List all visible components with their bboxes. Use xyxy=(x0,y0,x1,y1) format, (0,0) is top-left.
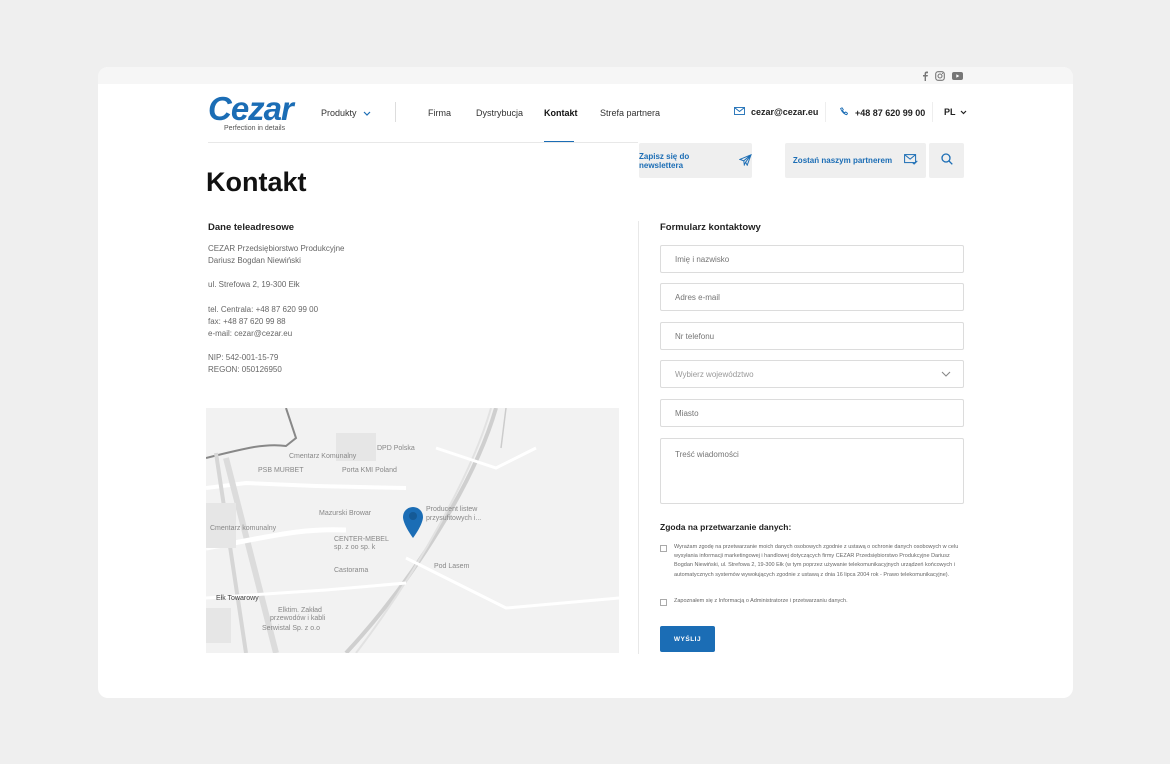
phone-input[interactable] xyxy=(675,331,963,341)
logo-tagline: Perfection in details xyxy=(224,125,286,132)
address-fax: fax: +48 87 620 99 88 xyxy=(208,316,286,326)
address-regon: REGON: 050126950 xyxy=(208,365,282,375)
consent-marketing-text: Wyrażam zgodę na przetwarzanie moich dan… xyxy=(674,544,959,578)
form-heading: Formularz kontaktowy xyxy=(660,222,761,233)
search-icon xyxy=(940,152,953,170)
nav-dystrybucja[interactable]: Dystrybucja xyxy=(476,108,523,118)
map-label: Ełk Towarowy xyxy=(216,595,259,602)
map-label: sp. z oo sp. k xyxy=(334,544,376,551)
map-label: PSB MURBET xyxy=(258,467,304,474)
header-divider xyxy=(208,142,638,143)
consent-marketing-checkbox[interactable] xyxy=(660,545,667,552)
facebook-icon[interactable] xyxy=(922,71,928,84)
header-phone-text: +48 87 620 99 00 xyxy=(855,107,926,118)
language-selector[interactable]: PL xyxy=(944,107,967,117)
header-separator xyxy=(825,102,826,122)
nav-strefa-partnera[interactable]: Strefa partnera xyxy=(600,108,660,118)
logo[interactable]: Cezar Perfection in details xyxy=(208,90,294,132)
newsletter-button[interactable]: Zapisz się do newslettera xyxy=(639,143,752,178)
map-label: Porta KMI Poland xyxy=(342,467,397,474)
header-separator xyxy=(932,102,933,122)
partner-button[interactable]: Zostań naszym partnerem xyxy=(785,143,926,178)
nav-produkty[interactable]: Produkty xyxy=(321,108,371,118)
city-input[interactable] xyxy=(675,408,963,418)
name-input[interactable] xyxy=(675,254,963,264)
map-label: Elktim. Zakład xyxy=(278,607,322,614)
envelope-check-icon xyxy=(904,154,918,167)
map-label: DPD Polska xyxy=(377,445,415,452)
map-label: Pod Lasem xyxy=(434,563,470,570)
youtube-icon[interactable] xyxy=(952,72,963,83)
paper-plane-icon xyxy=(738,153,752,168)
consent-heading: Zgoda na przetwarzanie danych: xyxy=(660,522,792,532)
map-label: Castorama xyxy=(334,567,368,574)
message-field[interactable] xyxy=(660,438,964,504)
mail-icon xyxy=(734,107,745,117)
map-label: CENTER-MEBEL xyxy=(334,536,389,543)
logo-text: Cezar xyxy=(208,90,294,127)
consent-privacy-checkbox[interactable] xyxy=(660,599,667,606)
nav-firma[interactable]: Firma xyxy=(428,108,451,118)
chevron-down-icon xyxy=(960,107,967,117)
phone-field[interactable] xyxy=(660,322,964,350)
top-bar xyxy=(98,67,1073,84)
map-label: Serwistal Sp. z o.o xyxy=(262,625,320,632)
social-links xyxy=(922,71,963,84)
header-phone[interactable]: +48 87 620 99 00 xyxy=(840,107,925,118)
map-label: Producent listew xyxy=(426,506,478,513)
address-street: ul. Strefowa 2, 19-300 Ełk xyxy=(208,280,300,290)
region-select-label: Wybierz województwo xyxy=(675,369,754,379)
map-label: Cmentarz komunalny xyxy=(210,525,277,532)
instagram-icon[interactable] xyxy=(935,71,945,84)
map-label: Mazurski Browar xyxy=(319,510,372,517)
consent-privacy-text: Zapoznałem się z Informacją o Administra… xyxy=(674,598,848,604)
search-button[interactable] xyxy=(929,143,964,178)
partner-label: Zostań naszym partnerem xyxy=(792,156,893,165)
page-title: Kontakt xyxy=(206,167,307,197)
column-divider xyxy=(638,221,639,654)
city-field[interactable] xyxy=(660,399,964,427)
email-field[interactable] xyxy=(660,283,964,311)
chevron-down-icon xyxy=(363,108,371,118)
address-nip: NIP: 542-001-15-79 xyxy=(208,353,279,363)
map-label: Cmentarz Komunalny xyxy=(289,453,357,460)
map[interactable]: DPD Polska Cmentarz Komunalny PSB MURBET… xyxy=(206,408,619,653)
address-email: e-mail: cezar@cezar.eu xyxy=(208,329,293,339)
address-heading: Dane teleadresowe xyxy=(208,222,295,233)
header-email-text: cezar@cezar.eu xyxy=(751,107,819,117)
address-block: CEZAR Przedsiębiorstwo Produkcyjne Dariu… xyxy=(208,243,345,377)
newsletter-label: Zapisz się do newslettera xyxy=(639,151,690,170)
address-tel: tel. Centrala: +48 87 620 99 00 xyxy=(208,304,319,314)
address-company: CEZAR Przedsiębiorstwo Produkcyjne xyxy=(208,244,345,253)
chevron-down-icon xyxy=(941,370,951,379)
address-owner: Dariusz Bogdan Niewiński xyxy=(208,256,301,266)
region-select[interactable]: Wybierz województwo xyxy=(660,360,964,388)
map-label: przewodów i kabli xyxy=(270,615,326,622)
phone-icon xyxy=(840,107,849,118)
name-field[interactable] xyxy=(660,245,964,273)
nav-kontakt[interactable]: Kontakt xyxy=(544,108,578,118)
map-label: przysufitowych i... xyxy=(426,515,481,522)
message-textarea[interactable] xyxy=(675,450,963,477)
language-label: PL xyxy=(944,107,956,117)
header-email[interactable]: cezar@cezar.eu xyxy=(734,107,818,117)
submit-button[interactable]: WYŚLIJ xyxy=(660,626,715,652)
nav-produkty-label: Produkty xyxy=(321,108,357,118)
email-input[interactable] xyxy=(675,292,963,302)
page-card: Cezar Perfection in details Produkty Fir… xyxy=(98,67,1073,698)
nav-divider xyxy=(395,102,396,122)
